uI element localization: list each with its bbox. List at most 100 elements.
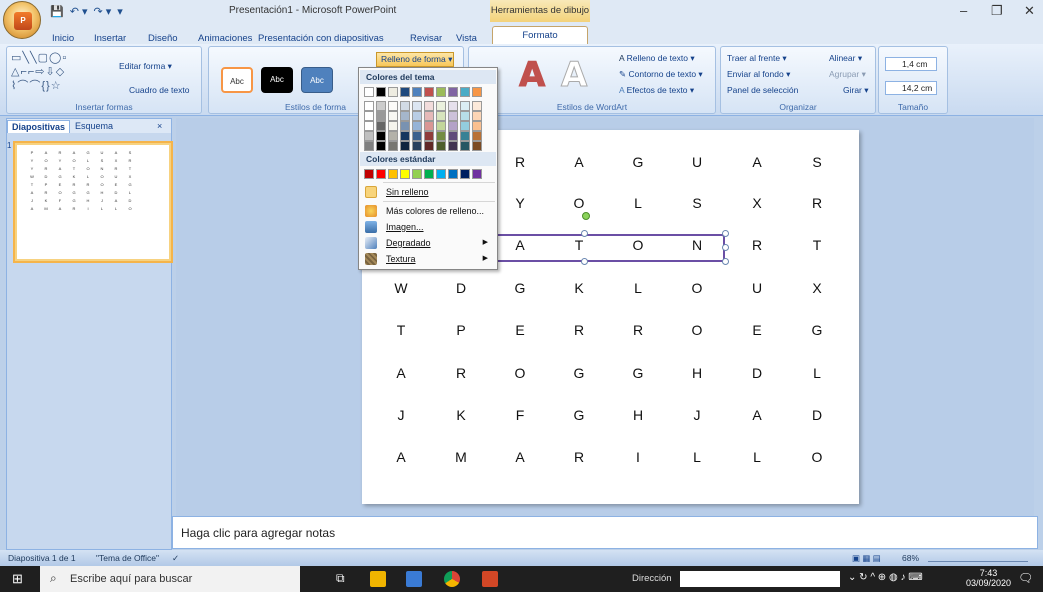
group-button[interactable]: Agrupar ▾ [829, 69, 866, 80]
theme-color-swatch[interactable] [400, 131, 410, 141]
theme-color-swatch[interactable] [388, 131, 398, 141]
theme-color-swatch[interactable] [376, 141, 386, 151]
view-buttons[interactable]: ▣ ▦ ▤ [852, 553, 881, 564]
theme-color-swatch[interactable] [388, 101, 398, 111]
standard-color-swatch[interactable] [400, 169, 410, 179]
theme-color-swatch[interactable] [412, 87, 422, 97]
theme-color-swatch[interactable] [436, 121, 446, 131]
taskbar-search-box[interactable]: ⌕ Escribe aquí para buscar [40, 566, 300, 592]
text-effects-button[interactable]: A Efectos de texto ▾ [619, 85, 694, 96]
text-outline-button[interactable]: ✎ Contorno de texto ▾ [619, 69, 703, 80]
rotate-button[interactable]: Girar ▾ [843, 85, 869, 96]
wordart-style-white[interactable]: A [560, 55, 587, 96]
panel-close-button[interactable]: × [153, 120, 166, 133]
tab-revisar[interactable]: Revisar [410, 33, 442, 44]
no-fill-item[interactable]: Sin relleno [360, 184, 496, 200]
maximize-button[interactable]: ❐ [991, 3, 1003, 19]
theme-color-swatch[interactable] [448, 111, 458, 121]
shape-style-black[interactable]: Abc [261, 67, 293, 93]
redo-icon[interactable]: ↷ ▾ [94, 5, 112, 18]
theme-status[interactable]: "Tema de Office" [96, 553, 159, 563]
theme-color-swatch[interactable] [400, 141, 410, 151]
file-explorer-icon[interactable] [370, 571, 386, 587]
theme-color-swatch[interactable] [424, 111, 434, 121]
shape-width-input[interactable]: 14,2 cm [885, 81, 937, 95]
resize-handle-top-right[interactable] [722, 230, 729, 237]
tab-inicio[interactable]: Inicio [52, 33, 74, 44]
theme-color-swatch[interactable] [376, 121, 386, 131]
theme-color-swatch[interactable] [436, 101, 446, 111]
theme-color-swatch[interactable] [376, 131, 386, 141]
resize-handle-bottom[interactable] [581, 258, 588, 265]
tab-presentacion[interactable]: Presentación con diapositivas [258, 33, 384, 44]
clock[interactable]: 7:43 03/09/2020 [966, 568, 1011, 588]
text-fill-button[interactable]: A Relleno de texto ▾ [619, 53, 695, 64]
undo-icon[interactable]: ↶ ▾ [70, 5, 88, 18]
chrome-icon[interactable] [444, 571, 460, 587]
standard-color-swatch[interactable] [424, 169, 434, 179]
theme-color-swatch[interactable] [436, 131, 446, 141]
theme-color-swatch[interactable] [436, 111, 446, 121]
tab-insertar[interactable]: Insertar [94, 33, 126, 44]
notifications-icon[interactable]: 🗨 [1018, 571, 1033, 585]
theme-color-swatch[interactable] [388, 87, 398, 97]
theme-color-swatch[interactable] [472, 131, 482, 141]
shapes-gallery[interactable]: ▭╲╲▢◯▫ △⌐⌐⇨⇩◇ ⌇⌒⌒{}☆ [11, 51, 67, 93]
powerpoint-taskbar-icon[interactable] [482, 571, 498, 587]
texture-item[interactable]: Textura ▶ [360, 251, 496, 267]
shape-style-blue[interactable]: Abc [301, 67, 333, 93]
align-button[interactable]: Alinear ▾ [829, 53, 862, 64]
windows-start-icon[interactable]: ⊞ [12, 571, 28, 587]
theme-color-swatch[interactable] [364, 141, 374, 151]
standard-color-swatch[interactable] [448, 169, 458, 179]
save-icon[interactable]: 💾 [50, 5, 64, 18]
theme-color-swatch[interactable] [436, 87, 446, 97]
shape-style-orange-outline[interactable]: Abc [221, 67, 253, 93]
selection-pane-button[interactable]: Panel de selección [727, 85, 798, 95]
theme-color-swatch[interactable] [472, 101, 482, 111]
picture-item[interactable]: Imagen... [360, 219, 496, 235]
resize-handle-bottom-right[interactable] [722, 258, 729, 265]
tab-slides[interactable]: Diapositivas [7, 120, 71, 133]
theme-color-swatch[interactable] [472, 141, 482, 151]
theme-color-swatch[interactable] [448, 141, 458, 151]
slide-thumbnail[interactable]: PARAGUASYOYOLSXRYRATONRTWDGKLOUXTPERROEG… [13, 141, 173, 263]
standard-color-swatch[interactable] [436, 169, 446, 179]
theme-color-swatch[interactable] [400, 87, 410, 97]
minimize-button[interactable]: – [960, 3, 967, 18]
tab-animaciones[interactable]: Animaciones [198, 33, 252, 44]
gradient-item[interactable]: Degradado ▶ [360, 235, 496, 251]
theme-color-swatch[interactable] [448, 121, 458, 131]
theme-color-swatch[interactable] [400, 111, 410, 121]
resize-handle-top[interactable] [581, 230, 588, 237]
theme-color-swatch[interactable] [436, 141, 446, 151]
theme-color-swatch[interactable] [460, 121, 470, 131]
theme-color-swatch[interactable] [472, 87, 482, 97]
edit-shape-button[interactable]: Editar forma ▾ [119, 61, 172, 72]
theme-color-swatch[interactable] [424, 131, 434, 141]
theme-color-swatch[interactable] [388, 141, 398, 151]
theme-color-swatch[interactable] [460, 141, 470, 151]
wordart-style-red[interactable]: A [518, 55, 545, 96]
selected-shape-rectangle[interactable] [461, 234, 725, 262]
office-button[interactable]: P [3, 1, 41, 39]
rotation-handle[interactable] [582, 212, 590, 220]
standard-color-swatch[interactable] [460, 169, 470, 179]
theme-color-swatch[interactable] [388, 121, 398, 131]
theme-color-swatch[interactable] [412, 141, 422, 151]
theme-color-swatch[interactable] [376, 87, 386, 97]
task-view-icon[interactable]: ⧉ [336, 571, 352, 587]
theme-color-swatch[interactable] [460, 111, 470, 121]
tab-formato[interactable]: Formato [492, 26, 588, 44]
theme-color-swatch[interactable] [448, 101, 458, 111]
standard-color-swatch[interactable] [412, 169, 422, 179]
theme-color-swatch[interactable] [412, 121, 422, 131]
theme-color-swatch[interactable] [376, 101, 386, 111]
shape-height-input[interactable]: 1,4 cm [885, 57, 937, 71]
zoom-level[interactable]: 68% [902, 553, 919, 563]
theme-color-swatch[interactable] [376, 111, 386, 121]
theme-color-swatch[interactable] [448, 131, 458, 141]
theme-color-swatch[interactable] [472, 111, 482, 121]
send-back-button[interactable]: Enviar al fondo ▾ [727, 69, 790, 80]
system-tray-icons[interactable]: ⌄ ↻ ^ ⊕ ◍ ♪ ⌨ [848, 572, 923, 583]
